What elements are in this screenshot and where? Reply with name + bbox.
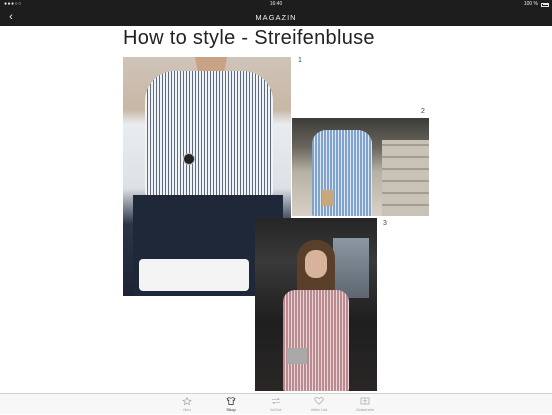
tab-label: Shop — [226, 407, 236, 412]
status-bar: ●●●○○ 16:40 100 % — [0, 0, 552, 9]
battery-percent: 100 % — [523, 1, 538, 7]
tab-bar: Neu Shop In/Out Wish List Gutschein — [0, 393, 552, 414]
tab-label: Wish List — [310, 407, 328, 412]
tab-label: In/Out — [270, 407, 282, 412]
photo-number-1: 1 — [298, 57, 302, 64]
shirt-icon — [226, 397, 236, 405]
tab-label: Neu — [183, 407, 191, 412]
nav-title: MAGAZIN — [255, 13, 297, 22]
clock: 16:40 — [269, 1, 283, 7]
photo-3[interactable] — [255, 218, 377, 391]
photo-2[interactable] — [292, 118, 429, 216]
tab-gutschein[interactable]: Gutschein — [345, 394, 385, 415]
photo-number-2: 2 — [421, 108, 425, 115]
tab-in-out[interactable]: In/Out — [256, 394, 296, 415]
battery-icon — [541, 2, 549, 7]
tab-shop[interactable]: Shop — [211, 394, 251, 415]
tab-wish-list[interactable]: Wish List — [299, 394, 339, 415]
tab-neu[interactable]: Neu — [167, 394, 207, 415]
tab-label: Gutschein — [355, 407, 374, 412]
voucher-icon — [360, 397, 370, 405]
nav-bar: ‹ MAGAZIN — [0, 9, 552, 26]
article-title: How to style - Streifenbluse — [123, 27, 375, 49]
photo-number-3: 3 — [383, 220, 387, 227]
swap-icon — [272, 397, 280, 405]
star-icon — [182, 397, 192, 405]
heart-icon — [314, 397, 324, 405]
